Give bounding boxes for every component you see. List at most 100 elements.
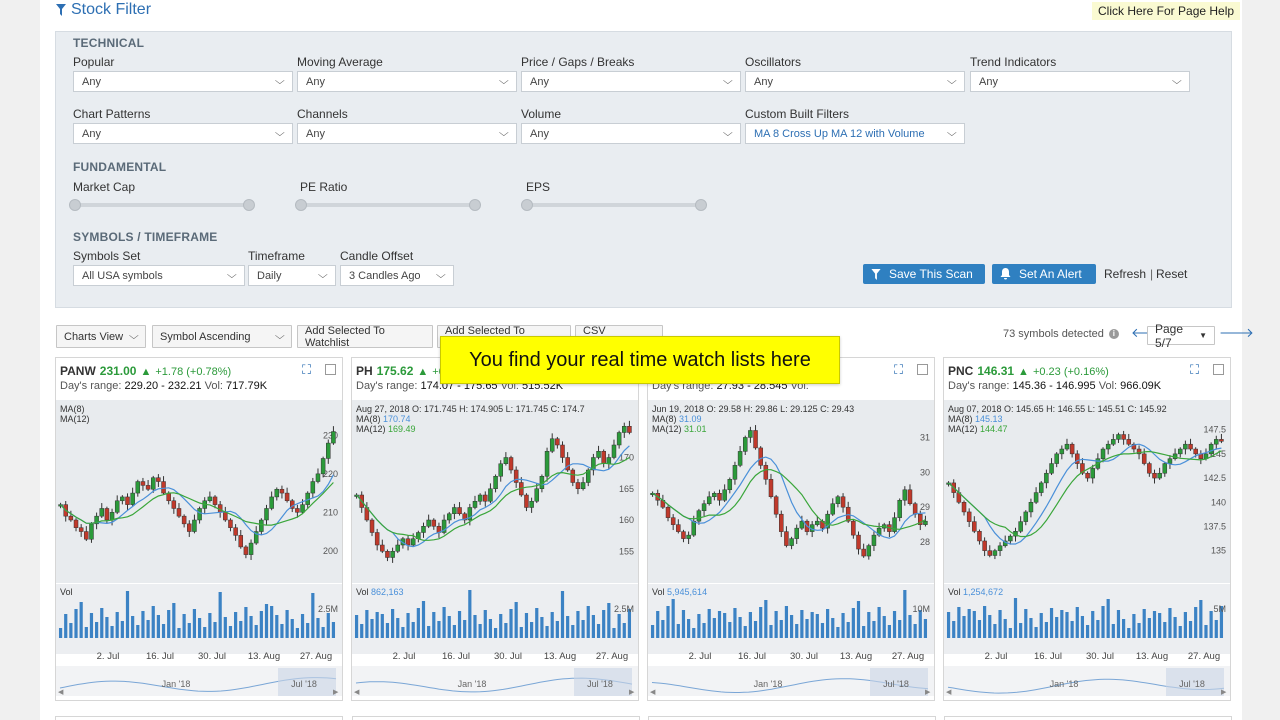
volume-bar <box>1116 610 1121 638</box>
navigator-label: Jan '18 <box>1050 679 1079 689</box>
filter-icon <box>56 4 66 16</box>
y-tick-label: 230 <box>323 430 338 440</box>
price-gaps-select[interactable]: Any ⌵ <box>521 71 741 92</box>
volume-bar <box>483 610 487 638</box>
volume-bar <box>815 614 819 638</box>
bell-icon <box>1000 268 1011 280</box>
candle-body <box>923 520 928 525</box>
chart-patterns-select[interactable]: Any ⌵ <box>73 123 293 144</box>
info-icon[interactable]: i <box>1108 329 1119 339</box>
navigator-right-arrow[interactable]: ▶ <box>333 688 338 696</box>
candle-body <box>560 444 565 458</box>
popular-select[interactable]: Any ⌵ <box>73 71 293 92</box>
navigator-left-arrow[interactable]: ◀ <box>354 688 359 696</box>
candle-body <box>815 520 820 525</box>
volume-bar <box>977 620 982 638</box>
pe-ratio-max-handle[interactable] <box>469 199 481 211</box>
select-checkbox[interactable] <box>1213 364 1224 375</box>
candle-body <box>575 482 581 489</box>
y-tick-label: 155 <box>619 546 634 556</box>
pe-ratio-slider[interactable] <box>295 199 481 211</box>
chevron-down-icon: ⌵ <box>227 270 238 281</box>
market-cap-min-handle[interactable] <box>69 199 81 211</box>
eps-min-handle[interactable] <box>521 199 533 211</box>
refresh-link[interactable]: Refresh <box>1104 267 1146 281</box>
save-scan-button[interactable]: Save This Scan <box>863 264 985 284</box>
symbols-set-select[interactable]: All USA symbols ⌵ <box>73 265 245 286</box>
candle-body <box>897 499 902 518</box>
candle-body <box>549 438 555 452</box>
market-cap-slider[interactable] <box>69 199 255 211</box>
navigator-right-arrow[interactable]: ▶ <box>925 688 930 696</box>
pe-ratio-min-handle[interactable] <box>295 199 307 211</box>
candle-body <box>1126 439 1132 445</box>
timeframe-select[interactable]: Daily ⌵ <box>248 265 336 286</box>
candle-body <box>483 494 488 502</box>
reset-link[interactable]: Reset <box>1156 267 1187 281</box>
price-change: +1.78 (+0.78%) <box>155 366 232 378</box>
set-alert-label: Set An Alert <box>1019 267 1082 281</box>
volume-bar <box>602 610 606 638</box>
add-to-watchlist-button[interactable]: Add Selected To Watchlist <box>297 325 433 349</box>
volume-bar <box>1199 600 1203 638</box>
volume-bar <box>862 626 866 638</box>
select-checkbox[interactable] <box>325 364 336 375</box>
next-card-row-placeholder <box>944 716 1232 720</box>
candle-body <box>763 465 769 480</box>
fundamental-heading: FUNDAMENTAL <box>73 160 167 174</box>
navigator-left-arrow[interactable]: ◀ <box>58 688 63 696</box>
channels-select[interactable]: Any ⌵ <box>297 123 517 144</box>
expand-icon[interactable]: ⛶ <box>1190 362 1199 378</box>
chevron-down-icon: ⌵ <box>275 331 286 342</box>
volume-bar <box>702 623 706 638</box>
arrow-right-icon[interactable]: 🡒 <box>1219 325 1254 341</box>
candle-body <box>681 531 686 539</box>
volume-bar <box>432 612 436 638</box>
volume-bar <box>354 615 359 638</box>
candle-body <box>1219 439 1224 442</box>
expand-icon[interactable]: ⛶ <box>894 362 903 378</box>
volume-bar <box>779 620 783 638</box>
volume-legend: Vol <box>60 587 73 597</box>
moving-average-select[interactable]: Any ⌵ <box>297 71 517 92</box>
volume-legend-value: 5,945,614 <box>667 587 708 597</box>
eps-max-handle[interactable] <box>695 199 707 211</box>
navigator-left-arrow[interactable]: ◀ <box>946 688 951 696</box>
oscillators-select[interactable]: Any ⌵ <box>745 71 965 92</box>
volume-bar <box>697 614 701 638</box>
candle-offset-select[interactable]: 3 Candles Ago ⌵ <box>340 265 454 286</box>
candle-body <box>580 482 586 489</box>
navigator-right-arrow[interactable]: ▶ <box>629 688 634 696</box>
price-panel-bg <box>56 400 342 583</box>
candle-body <box>1008 535 1013 542</box>
navigator-left-arrow[interactable]: ◀ <box>650 688 655 696</box>
volume-bar <box>316 618 320 638</box>
market-cap-max-handle[interactable] <box>243 199 255 211</box>
x-tick-label: 16. Jul <box>146 651 174 662</box>
volume-select[interactable]: Any ⌵ <box>521 123 741 144</box>
charts-view-dropdown[interactable]: Charts View ⌵ <box>56 325 146 348</box>
day-range: Day's range: 145.36 - 146.995 Vol: 966.0… <box>948 380 1161 392</box>
candle-body <box>73 519 79 528</box>
page-select[interactable]: Page 5/7 ▼ <box>1147 322 1215 350</box>
symbol-name: PANW <box>60 364 96 378</box>
candle-body <box>691 520 697 536</box>
volume-bar <box>172 603 176 638</box>
candle-body <box>84 531 89 540</box>
set-alert-button[interactable]: Set An Alert <box>992 264 1096 284</box>
chart-legend: MA(8) MA(12) <box>60 404 90 424</box>
page-help-link[interactable]: Click Here For Page Help <box>1092 2 1241 20</box>
expand-icon[interactable]: ⛶ <box>302 362 311 378</box>
eps-slider[interactable] <box>521 199 707 211</box>
sort-dropdown[interactable]: Symbol Ascending ⌵ <box>152 325 292 348</box>
navigator-label: Jul '18 <box>883 679 909 689</box>
navigator-label: Jan '18 <box>162 679 191 689</box>
select-checkbox[interactable] <box>917 364 928 375</box>
trend-indicators-select[interactable]: Any ⌵ <box>970 71 1190 92</box>
custom-filters-select[interactable]: MA 8 Cross Up MA 12 with Volume ⌵ <box>745 123 965 144</box>
volume-bar <box>385 623 390 638</box>
navigator-right-arrow[interactable]: ▶ <box>1221 688 1226 696</box>
x-tick-label: 30. Jul <box>198 651 226 662</box>
volume-bar <box>1003 619 1007 638</box>
volume-bar <box>110 626 114 638</box>
